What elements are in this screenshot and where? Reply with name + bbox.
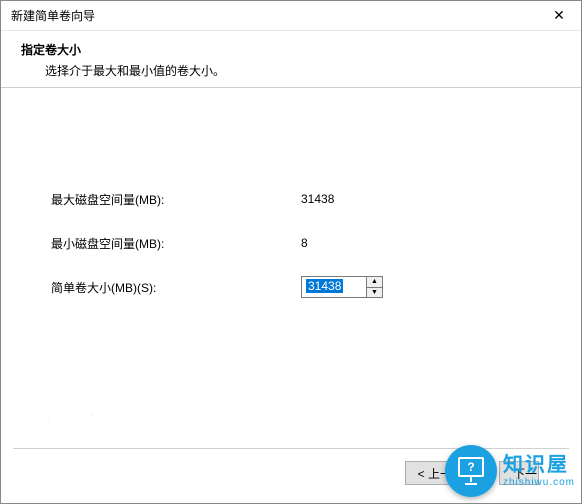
volume-size-input[interactable]: 31438 — [301, 276, 367, 298]
titlebar: 新建简单卷向导 ✕ — [1, 1, 581, 31]
row-max-disk-space: 最大磁盘空间量(MB): 31438 — [51, 188, 531, 210]
close-button[interactable]: ✕ — [537, 1, 581, 31]
window-title: 新建简单卷向导 — [11, 7, 537, 24]
faint-mark: · ; · : ' . — [31, 411, 112, 425]
min-disk-label: 最小磁盘空间量(MB): — [51, 235, 301, 252]
max-disk-value: 31438 — [301, 192, 334, 206]
next-button[interactable]: 下一 — [499, 461, 539, 485]
spinner-up-button[interactable]: ▲ — [367, 277, 382, 288]
spinner-buttons: ▲ ▼ — [367, 276, 383, 298]
min-disk-value: 8 — [301, 236, 308, 250]
volume-size-spinner[interactable]: 31438 ▲ ▼ — [301, 276, 383, 298]
heading-block: 指定卷大小 选择介于最大和最小值的卷大小。 — [1, 31, 581, 88]
spinner-down-button[interactable]: ▼ — [367, 288, 382, 298]
content-area: 最大磁盘空间量(MB): 31438 最小磁盘空间量(MB): 8 简单卷大小(… — [1, 88, 581, 340]
page-heading: 指定卷大小 — [21, 41, 561, 58]
page-subheading: 选择介于最大和最小值的卷大小。 — [21, 62, 561, 79]
volume-size-value: 31438 — [306, 279, 343, 293]
dialog-window: 新建简单卷向导 ✕ 指定卷大小 选择介于最大和最小值的卷大小。 最大磁盘空间量(… — [0, 0, 582, 504]
button-bar: < 上一步(B) 下一 — [13, 448, 569, 485]
back-button[interactable]: < 上一步(B) — [405, 461, 493, 485]
row-min-disk-space: 最小磁盘空间量(MB): 8 — [51, 232, 531, 254]
row-volume-size: 简单卷大小(MB)(S): 31438 ▲ ▼ — [51, 276, 531, 298]
volume-size-label: 简单卷大小(MB)(S): — [51, 279, 301, 296]
max-disk-label: 最大磁盘空间量(MB): — [51, 191, 301, 208]
